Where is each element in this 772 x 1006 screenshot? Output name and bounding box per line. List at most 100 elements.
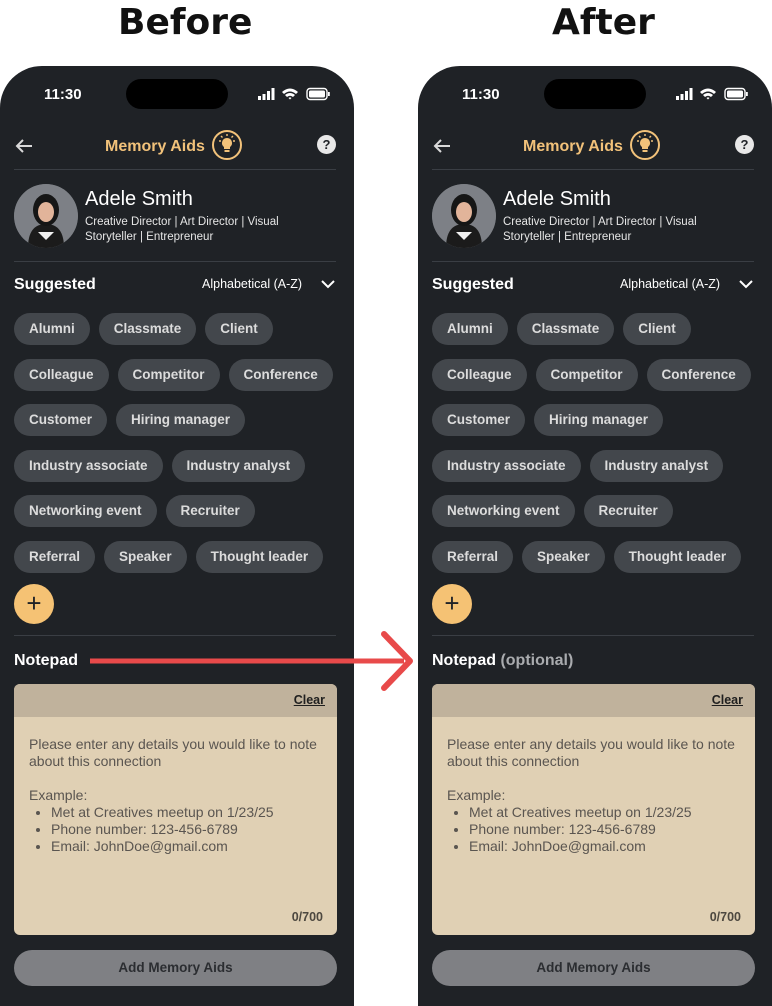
tag-chip[interactable]: Hiring manager [534,404,664,437]
avatar [432,184,496,248]
example-item: Phone number: 123-456-6789 [51,821,329,838]
tag-chip[interactable]: Colleague [432,358,527,391]
notepad-label-text: Notepad [14,652,78,669]
character-counter: 0/700 [709,910,741,924]
example-item: Met at Creatives meetup on 1/23/25 [469,804,747,821]
clear-button[interactable]: Clear [294,693,325,707]
notepad-label-text: Notepad [432,652,496,669]
notepad-header: Clear [432,684,755,717]
tag-chip[interactable]: Competitor [535,358,638,391]
tag-chip[interactable]: Colleague [14,358,109,391]
wifi-icon [700,88,716,100]
tag-chip[interactable]: Speaker [522,540,605,573]
chevron-down-icon[interactable] [320,278,336,290]
tag-chip[interactable]: Alumni [14,313,90,345]
tag-chip[interactable]: Customer [14,404,108,437]
phone-before: 11:30 Memory Aids ? Adele Smith Creative… [0,66,354,1006]
clear-button[interactable]: Clear [712,693,743,707]
tag-chip[interactable]: Industry analyst [171,449,306,482]
tag-chip[interactable]: Thought leader [613,540,742,573]
sort-dropdown[interactable]: Alphabetical (A-Z) [620,277,720,291]
sort-dropdown[interactable]: Alphabetical (A-Z) [202,277,302,291]
suggested-label: Suggested [14,276,96,293]
tag-chip[interactable]: Industry associate [14,449,163,482]
page-title: Memory Aids [523,138,623,155]
tag-chip[interactable]: Industry associate [432,449,581,482]
add-tag-button[interactable]: + [14,584,54,624]
example-item: Phone number: 123-456-6789 [469,821,747,838]
divider [432,261,754,262]
add-memory-aids-button[interactable]: Add Memory Aids [14,950,337,986]
tag-list: Alumni Classmate Client Colleague Competito… [432,313,766,587]
tag-chip[interactable]: Networking event [14,495,157,528]
status-time: 11:30 [462,86,500,103]
tag-chip[interactable]: Referral [432,540,514,573]
tag-chip[interactable]: Classmate [98,313,197,345]
dynamic-island [126,79,228,109]
notepad-optional-label: (optional) [500,652,574,669]
notepad-placeholder: Please enter any details you would like … [447,736,747,855]
arrow-left-icon[interactable] [12,134,36,158]
status-icons [676,87,748,101]
dynamic-island [544,79,646,109]
tag-chip[interactable]: Customer [432,404,526,437]
tag-chip[interactable]: Industry analyst [589,449,724,482]
page-title: Memory Aids [105,138,205,155]
tag-chip[interactable]: Hiring manager [116,404,246,437]
red-arrow-annotation [90,631,413,691]
tag-chip[interactable]: Alumni [432,313,508,345]
avatar [14,184,78,248]
arrow-left-icon[interactable] [430,134,454,158]
notepad-textarea[interactable]: Clear Please enter any details you would… [14,684,337,935]
tag-chip[interactable]: Competitor [117,358,220,391]
phone-after: 11:30 Memory Aids ? Adele Smith Creative… [418,66,772,1006]
example-item: Email: JohnDoe@gmail.com [469,838,747,855]
tag-chip[interactable]: Classmate [516,313,615,345]
divider [432,169,754,170]
tag-chip[interactable]: Conference [646,358,751,391]
notepad-placeholder: Please enter any details you would like … [29,736,329,855]
status-time: 11:30 [44,86,82,103]
placeholder-line: Please enter any details you would like … [447,736,735,769]
tag-chip[interactable]: Networking event [432,495,575,528]
help-icon[interactable]: ? [735,135,754,154]
signal-icon [676,96,679,100]
profile-name: Adele Smith [85,188,193,210]
before-heading: Before [118,2,253,43]
divider [14,169,336,170]
status-icons [258,87,330,101]
nav-bar: Memory Aids ? [0,130,354,170]
add-memory-aids-button[interactable]: Add Memory Aids [432,950,755,986]
chevron-down-icon[interactable] [738,278,754,290]
profile-bio: Creative Director | Art Director | Visua… [85,216,279,243]
profile-bio: Creative Director | Art Director | Visua… [503,216,697,243]
profile-name: Adele Smith [503,188,611,210]
help-icon[interactable]: ? [317,135,336,154]
tag-chip[interactable]: Speaker [104,540,187,573]
tag-chip[interactable]: Referral [14,540,96,573]
notepad-textarea[interactable]: Clear Please enter any details you would… [432,684,755,935]
divider [432,635,754,636]
example-label: Example: [29,787,88,803]
after-heading: After [552,2,655,43]
wifi-icon [282,88,298,100]
example-label: Example: [447,787,506,803]
placeholder-line: Please enter any details you would like … [29,736,317,769]
example-item: Met at Creatives meetup on 1/23/25 [51,804,329,821]
divider [14,261,336,262]
character-counter: 0/700 [291,910,323,924]
notepad-label: Notepad (optional) [432,652,573,670]
signal-icon [258,96,261,100]
tag-chip[interactable]: Recruiter [583,495,673,528]
lightbulb-icon [212,130,242,160]
lightbulb-icon [630,130,660,160]
tag-chip[interactable]: Client [623,313,691,345]
tag-chip[interactable]: Thought leader [195,540,324,573]
tag-chip[interactable]: Conference [228,358,333,391]
suggested-label: Suggested [432,276,514,293]
nav-bar: Memory Aids ? [418,130,772,170]
tag-chip[interactable]: Recruiter [165,495,255,528]
notepad-label: Notepad [14,652,78,670]
add-tag-button[interactable]: + [432,584,472,624]
tag-chip[interactable]: Client [205,313,273,345]
